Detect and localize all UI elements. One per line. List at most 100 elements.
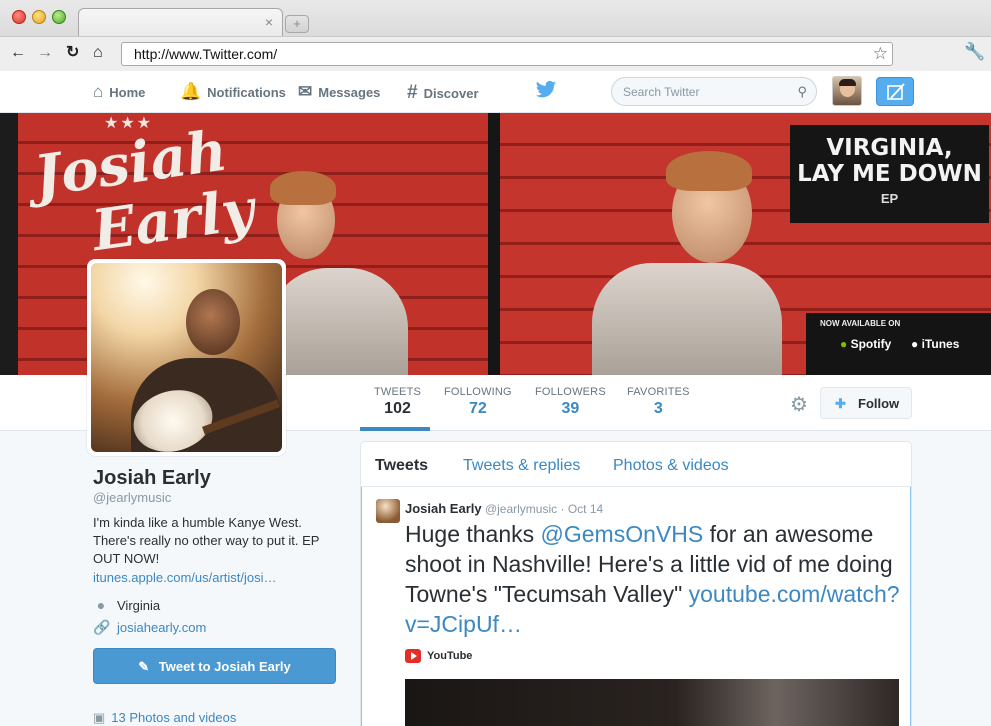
- stat-tweets-label: TWEETS: [374, 386, 422, 398]
- tab-tweets[interactable]: Tweets: [375, 457, 428, 475]
- itunes-text: iTunes: [921, 337, 960, 351]
- tweet-author-avatar[interactable]: [376, 499, 400, 523]
- tweet-separator: ·: [560, 502, 565, 516]
- browser-toolbar: ← → ↻ ⌂ http://www.Twitter.com/ ☆ 🔧: [0, 36, 991, 71]
- home-icon: ⌂: [93, 82, 104, 101]
- close-window-button[interactable]: [12, 10, 26, 24]
- profile-avatar[interactable]: [87, 259, 286, 456]
- close-tab-icon[interactable]: ×: [265, 14, 273, 30]
- stat-tweets-value: 102: [384, 400, 411, 417]
- availability-badge: NOW AVAILABLE ON ● Spotify ● iTunes: [806, 313, 991, 375]
- compose-tweet-button[interactable]: [876, 77, 914, 106]
- browser-tab[interactable]: ×: [78, 8, 283, 36]
- stat-followers-label: FOLLOWERS: [535, 386, 606, 398]
- stat-following-label: FOLLOWING: [444, 386, 512, 398]
- tweet-mention[interactable]: @GemsOnVHS: [541, 521, 704, 547]
- tab-photos-videos[interactable]: Photos & videos: [613, 457, 729, 475]
- nav-messages[interactable]: ✉ Messages: [298, 82, 380, 102]
- tweet-text-part1: Huge thanks: [405, 521, 541, 547]
- tab-tweets-replies[interactable]: Tweets & replies: [463, 457, 580, 475]
- tweet-card-source[interactable]: YouTube: [405, 649, 472, 663]
- minimize-window-button[interactable]: [32, 10, 46, 24]
- stat-following[interactable]: FOLLOWING 72: [444, 386, 512, 418]
- compose-icon: ✎: [138, 659, 150, 674]
- search-placeholder: Search Twitter: [623, 85, 700, 99]
- stat-followers-value: 39: [561, 400, 580, 417]
- ep-title-line2: LAY ME DOWN: [797, 161, 982, 187]
- profile-avatar-image: [91, 263, 282, 452]
- timeline: Tweets Tweets & replies Photos & videos …: [360, 441, 912, 726]
- stat-favorites-label: FAVORITES: [627, 386, 690, 398]
- home-icon[interactable]: ⌂: [93, 43, 103, 63]
- bio-link[interactable]: itunes.apple.com/us/artist/josi…: [93, 570, 277, 585]
- profile-name: Josiah Early: [93, 467, 211, 489]
- nav-discover[interactable]: # Discover: [407, 82, 479, 104]
- bell-icon: 🔔: [180, 82, 202, 101]
- timeline-tabs: Tweets Tweets & replies Photos & videos: [361, 442, 911, 487]
- url-input[interactable]: http://www.Twitter.com/ ☆: [121, 42, 893, 66]
- tweet-header: Josiah Early @jearlymusic · Oct 14: [405, 501, 603, 516]
- banner-divider: [488, 113, 500, 375]
- apple-icon: ●: [911, 337, 919, 351]
- envelope-icon: ✉: [298, 82, 313, 101]
- tweet-text: Huge thanks @GemsOnVHS for an awesome sh…: [405, 519, 905, 639]
- profile-handle[interactable]: @jearlymusic: [93, 490, 171, 505]
- hashtag-icon: #: [407, 82, 418, 103]
- follow-label: Follow: [858, 396, 900, 411]
- twitter-bird-icon[interactable]: [535, 80, 557, 100]
- tweet-item[interactable]: Josiah Early @jearlymusic · Oct 14 Huge …: [361, 487, 911, 726]
- stat-followers[interactable]: FOLLOWERS 39: [535, 386, 606, 418]
- search-input[interactable]: Search Twitter ⚲: [611, 77, 817, 106]
- wrench-icon[interactable]: 🔧: [964, 42, 985, 62]
- account-avatar[interactable]: [832, 76, 862, 106]
- camera-icon: ▣: [93, 710, 106, 725]
- tweet-to-label: Tweet to Josiah Early: [158, 659, 291, 674]
- banner-script-title: Josiah Early: [30, 117, 258, 269]
- nav-home[interactable]: ⌂ Home: [93, 82, 145, 102]
- tweet-author-name[interactable]: Josiah Early: [405, 501, 482, 516]
- ep-title-badge: VIRGINIA, LAY ME DOWN EP: [790, 125, 989, 223]
- new-tab-button[interactable]: +: [285, 15, 309, 33]
- nav-home-label: Home: [109, 84, 146, 100]
- itunes-label: ● iTunes: [911, 337, 959, 351]
- location-pin-icon: ●: [96, 597, 106, 613]
- tweet-video-preview[interactable]: [405, 679, 899, 726]
- photos-videos-link[interactable]: ▣ 13 Photos and videos: [93, 710, 236, 726]
- forward-icon[interactable]: →: [37, 43, 53, 63]
- add-user-icon: ✚: [835, 396, 846, 411]
- tweet-author-handle[interactable]: @jearlymusic: [485, 502, 557, 516]
- profile-website-text[interactable]: josiahearly.com: [117, 620, 206, 635]
- banner-person-left-body: [268, 268, 408, 375]
- nav-notifications-label: Notifications: [207, 84, 286, 100]
- availability-label: NOW AVAILABLE ON: [820, 319, 901, 328]
- avatar-head: [186, 289, 240, 355]
- stat-favorites[interactable]: FAVORITES 3: [627, 386, 690, 418]
- profile-website[interactable]: 🔗 josiahearly.com: [93, 619, 206, 636]
- stat-tweets[interactable]: TWEETS 102: [374, 386, 421, 418]
- tweet-date[interactable]: Oct 14: [568, 502, 603, 516]
- active-stat-underline: [360, 427, 430, 431]
- search-icon[interactable]: ⚲: [797, 84, 807, 100]
- gear-icon[interactable]: ⚙: [790, 392, 808, 417]
- url-text: http://www.Twitter.com/: [134, 46, 278, 62]
- banner-edge: [0, 113, 18, 375]
- reload-icon[interactable]: ↻: [66, 43, 79, 63]
- tweet-to-button[interactable]: ✎ Tweet to Josiah Early: [93, 648, 336, 684]
- ep-subtitle: EP: [880, 191, 899, 206]
- banner-person-left-hair: [270, 171, 336, 205]
- follow-button[interactable]: ✚ Follow: [820, 387, 912, 419]
- back-icon[interactable]: ←: [10, 43, 26, 63]
- banner-person-right-hair: [666, 151, 752, 191]
- ep-title: VIRGINIA, LAY ME DOWN: [790, 135, 989, 187]
- nav-discover-label: Discover: [423, 85, 479, 101]
- nav-notifications[interactable]: 🔔 Notifications: [180, 82, 286, 102]
- photos-videos-text: 13 Photos and videos: [111, 710, 237, 725]
- spotify-icon: ●: [840, 337, 848, 351]
- zoom-window-button[interactable]: [52, 10, 66, 24]
- compose-icon: [887, 83, 905, 100]
- spotify-label: ● Spotify: [840, 337, 891, 351]
- star-icon[interactable]: ☆: [873, 44, 888, 64]
- banner-person-right-body: [592, 263, 782, 375]
- browser-chrome: × + ← → ↻ ⌂ http://www.Twitter.com/ ☆ 🔧: [0, 0, 991, 71]
- youtube-icon: [405, 649, 421, 663]
